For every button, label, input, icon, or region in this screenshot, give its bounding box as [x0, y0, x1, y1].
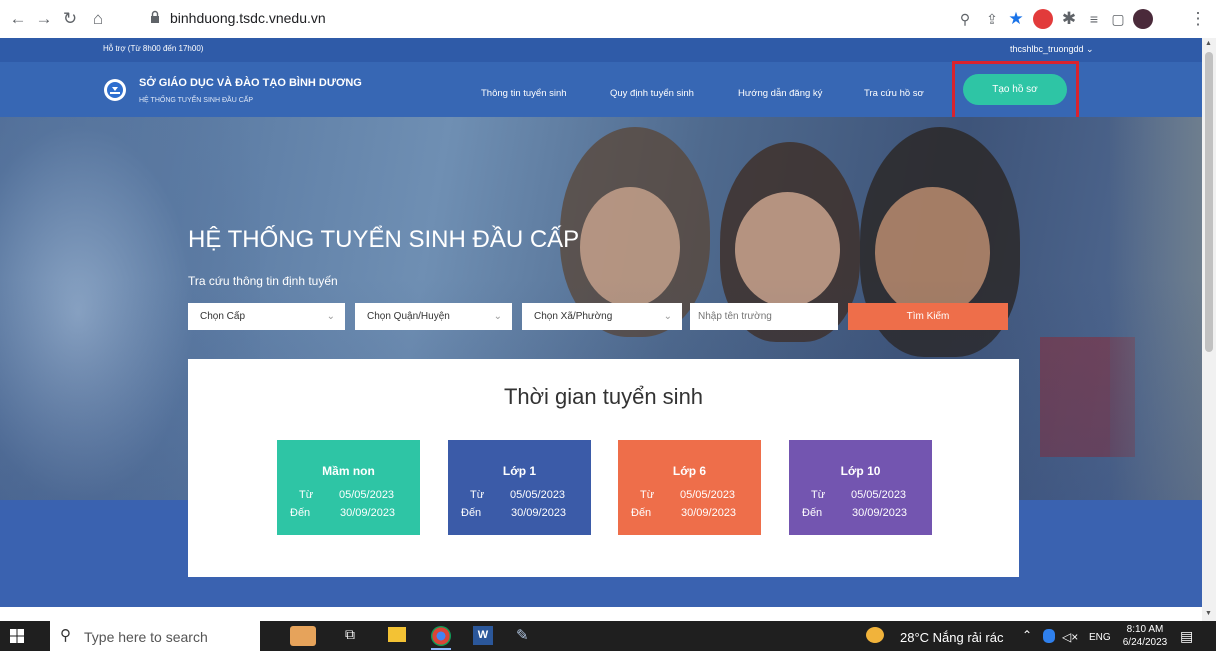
chrome-menu-icon[interactable]: ⋮	[1188, 9, 1208, 29]
chrome-taskbar-icon[interactable]	[431, 626, 451, 646]
user-menu[interactable]: thcshlbc_truongdd ⌄	[1010, 44, 1094, 55]
side-panel-icon[interactable]: ▢	[1108, 9, 1128, 29]
org-title[interactable]: SỞ GIÁO DỤC VÀ ĐÀO TẠO BÌNH DƯƠNG	[139, 77, 362, 89]
paint-icon[interactable]: ✎	[516, 626, 529, 644]
to-label: Đến	[290, 507, 311, 519]
create-profile-button[interactable]: Tạo hồ sơ	[963, 74, 1067, 105]
to-label: Đến	[802, 507, 823, 519]
nav-admission-rules[interactable]: Quy định tuyển sinh	[610, 88, 694, 99]
support-hours: Hỗ trợ (Từ 8h00 đến 17h00)	[103, 44, 204, 53]
file-explorer-icon[interactable]	[388, 627, 406, 642]
to-date: 30/09/2023	[511, 507, 567, 519]
card-title: Lớp 10	[840, 464, 881, 478]
reading-list-icon[interactable]: ≡	[1084, 9, 1104, 29]
to-date: 30/09/2023	[340, 507, 396, 519]
hero-subtitle: Tra cứu thông tin định tuyến	[188, 274, 338, 288]
taskbar-search-placeholder: Type here to search	[84, 629, 208, 645]
to-label: Đến	[461, 507, 482, 519]
from-label: Từ	[470, 489, 485, 501]
from-date: 05/05/2023	[680, 489, 736, 501]
card-grade-1[interactable]: Lớp 1 Từ 05/05/2023 Đến 30/09/2023	[448, 440, 591, 535]
chevron-down-icon: ⌄	[663, 311, 672, 322]
extensions-puzzle-icon[interactable]: ✱	[1059, 9, 1079, 29]
adblock-extension-icon[interactable]	[1033, 9, 1053, 29]
select-district[interactable]: Chọn Quận/Huyện ⌄	[355, 303, 512, 330]
reload-icon[interactable]: ↻	[60, 9, 80, 29]
org-subtitle: HỆ THỐNG TUYỂN SINH ĐẦU CẤP	[139, 97, 254, 104]
nav-registration-guide[interactable]: Hướng dẫn đăng ký	[738, 88, 822, 99]
active-app-indicator	[431, 648, 451, 650]
bluetooth-icon[interactable]	[1043, 629, 1055, 643]
to-date: 30/09/2023	[681, 507, 737, 519]
task-view-icon[interactable]: ⧉	[345, 626, 355, 643]
word-icon[interactable]: W	[473, 626, 493, 645]
lock-icon[interactable]	[150, 10, 160, 24]
select-ward-value: Chọn Xã/Phường	[534, 311, 613, 322]
card-title: Lớp 1	[502, 464, 537, 478]
select-district-value: Chọn Quận/Huyện	[367, 311, 450, 322]
forward-icon[interactable]: →	[34, 9, 54, 29]
hero-title: HỆ THỐNG TUYỂN SINH ĐẦU CẤP	[188, 226, 580, 253]
windows-start-icon[interactable]	[10, 629, 24, 643]
logo-icon[interactable]	[103, 78, 127, 102]
scroll-down-arrow-icon[interactable]: ▼	[1205, 610, 1212, 617]
scrollbar-thumb[interactable]	[1205, 52, 1213, 352]
nav-admission-info[interactable]: Thông tin tuyển sinh	[481, 88, 567, 99]
address-bar[interactable]: binhduong.tsdc.vnedu.vn	[170, 10, 326, 26]
weather-icon[interactable]	[866, 627, 884, 643]
card-grade-6[interactable]: Lớp 6 Từ 05/05/2023 Đến 30/09/2023	[618, 440, 761, 535]
share-icon[interactable]: ⇪	[982, 9, 1002, 29]
schedule-title: Thời gian tuyển sinh	[503, 384, 704, 409]
chevron-down-icon: ⌄	[493, 311, 502, 322]
from-label: Từ	[640, 489, 655, 501]
chevron-down-icon: ⌄	[326, 311, 335, 322]
from-date: 05/05/2023	[339, 489, 395, 501]
card-title: Lớp 6	[672, 464, 707, 478]
zoom-icon[interactable]: ⚲	[955, 9, 975, 29]
home-icon[interactable]: ⌂	[88, 9, 108, 29]
card-title: Mầm non	[322, 464, 375, 478]
clock-date[interactable]: 6/24/2023	[1120, 637, 1170, 648]
select-level-value: Chọn Cấp	[200, 311, 246, 322]
scroll-up-arrow-icon[interactable]: ▲	[1205, 40, 1212, 47]
card-grade-10[interactable]: Lớp 10 Từ 05/05/2023 Đến 30/09/2023	[789, 440, 932, 535]
school-name-input[interactable]	[690, 303, 838, 330]
back-icon[interactable]: ←	[8, 9, 28, 29]
system-tray-chevron-icon[interactable]: ⌃	[1022, 628, 1032, 642]
select-level[interactable]: Chọn Cấp ⌄	[188, 303, 345, 330]
to-label: Đến	[631, 507, 652, 519]
search-icon: ⚲	[60, 627, 71, 644]
weather-text[interactable]: 28°C Nắng rải rác	[900, 630, 1003, 645]
from-label: Từ	[811, 489, 826, 501]
from-label: Từ	[299, 489, 314, 501]
select-ward[interactable]: Chọn Xã/Phường ⌄	[522, 303, 682, 330]
bookmark-star-icon[interactable]: ★	[1006, 9, 1026, 29]
volume-icon[interactable]: ◁×	[1062, 630, 1078, 644]
from-date: 05/05/2023	[510, 489, 566, 501]
to-date: 30/09/2023	[852, 507, 908, 519]
from-date: 05/05/2023	[851, 489, 907, 501]
profile-avatar-icon[interactable]	[1133, 9, 1153, 29]
card-preschool[interactable]: Mầm non Từ 05/05/2023 Đến 30/09/2023	[277, 440, 420, 535]
language-indicator[interactable]: ENG	[1089, 632, 1111, 643]
clock-time[interactable]: 8:10 AM	[1120, 624, 1170, 635]
news-widget-icon[interactable]	[290, 626, 316, 646]
notifications-icon[interactable]: ▤	[1180, 628, 1193, 645]
search-button[interactable]: Tìm Kiếm	[848, 303, 1008, 330]
nav-lookup-records[interactable]: Tra cứu hồ sơ	[864, 88, 924, 99]
